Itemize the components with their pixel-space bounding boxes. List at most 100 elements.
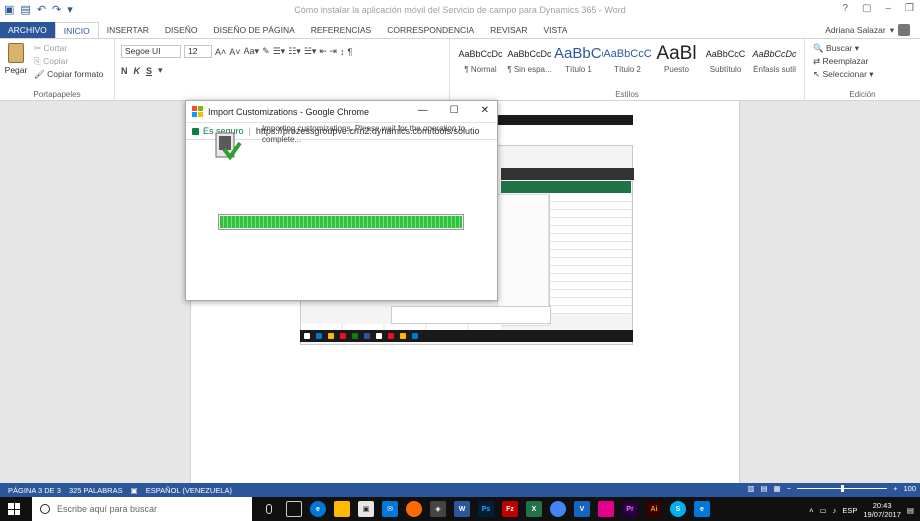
word-count[interactable]: 325 PALABRAS xyxy=(69,486,123,495)
progress-fill xyxy=(220,216,462,228)
vertical-scrollbar[interactable] xyxy=(908,101,920,483)
embedded-sheet-rows xyxy=(549,194,631,314)
pilcrow-icon[interactable]: ¶ xyxy=(347,47,352,57)
replace-button[interactable]: ⇄ Reemplazar xyxy=(813,55,874,68)
ie-icon[interactable]: e xyxy=(694,501,710,517)
font-name-box[interactable]: Segoe UI xyxy=(121,45,181,58)
popup-maximize-icon[interactable]: ☐ xyxy=(450,105,459,116)
find-label: Buscar xyxy=(825,43,853,53)
style-titulo-1[interactable]: AaBbCc Título 1 xyxy=(554,43,603,74)
user-account[interactable]: Adriana Salazar ▾ xyxy=(825,24,910,36)
tab-revisar[interactable]: REVISAR xyxy=(482,22,535,38)
italic-icon[interactable]: K xyxy=(134,66,141,76)
shrink-font-icon[interactable]: A˅ xyxy=(229,47,240,57)
proofing-icon[interactable]: ▣ xyxy=(131,486,138,495)
style-enfasis-sutil[interactable]: AaBbCcDc Énfasis sutil xyxy=(750,43,799,74)
filezilla-icon[interactable]: Fz xyxy=(502,501,518,517)
copy-button[interactable]: ⎘ Copiar xyxy=(34,55,103,68)
page-count[interactable]: PÁGINA 3 DE 3 xyxy=(8,486,61,495)
taskbar-search[interactable]: Escribe aquí para buscar xyxy=(32,497,252,521)
skype-icon[interactable]: S xyxy=(670,501,686,517)
paste-button[interactable]: Pegar xyxy=(4,43,28,75)
popup-minimize-icon[interactable]: — xyxy=(418,105,428,116)
popup-close-icon[interactable]: ✕ xyxy=(481,105,489,116)
mail-icon[interactable]: ✉ xyxy=(382,501,398,517)
cut-button[interactable]: ✂ Cortar xyxy=(34,42,103,55)
file-explorer-icon[interactable] xyxy=(334,501,350,517)
zoom-in-icon[interactable]: + xyxy=(893,484,897,493)
sort-icon[interactable]: ↕ xyxy=(340,47,345,57)
ribbon-display-icon[interactable]: ▢ xyxy=(862,3,871,14)
cortana-icon xyxy=(40,504,50,514)
style-name: Título 1 xyxy=(565,65,592,74)
multilevel-icon[interactable]: ☱▾ xyxy=(304,46,317,57)
tab-archivo[interactable]: ARCHIVO xyxy=(0,22,55,38)
styles-group-label: Estilos xyxy=(615,90,639,99)
tray-expand-icon[interactable]: ˄ xyxy=(809,506,813,515)
select-button[interactable]: ↖ Seleccionar ▾ xyxy=(813,68,874,81)
minimize-icon[interactable]: – xyxy=(885,3,891,14)
zoom-level[interactable]: 100 xyxy=(903,484,916,493)
premiere-icon[interactable]: Pr xyxy=(622,501,638,517)
read-mode-icon[interactable]: ▥ xyxy=(747,484,754,493)
input-language[interactable]: ESP xyxy=(842,506,857,515)
windows-start-icon[interactable] xyxy=(8,503,20,515)
bold-icon[interactable]: N xyxy=(121,66,128,76)
style-subtitulo[interactable]: AaBbCcC Subtítulo xyxy=(701,43,750,74)
tab-correspondencia[interactable]: CORRESPONDENCIA xyxy=(379,22,482,38)
store-icon[interactable]: ▣ xyxy=(358,501,374,517)
web-layout-icon[interactable]: ▦ xyxy=(774,484,781,493)
tab-diseno-pagina[interactable]: DISEÑO DE PÁGINA xyxy=(206,22,303,38)
find-button[interactable]: 🔍 Buscar ▾ xyxy=(813,42,874,55)
bullets-icon[interactable]: ☰▾ xyxy=(273,46,286,57)
photoshop-icon[interactable]: Ps xyxy=(478,501,494,517)
microphone-icon[interactable] xyxy=(266,504,272,514)
title-bar: ▣ ▤ ↶ ↷ ▾ Cómo instalar la aplicación mó… xyxy=(0,0,920,22)
style-name: ¶ Normal xyxy=(464,65,497,74)
indent-icon[interactable]: ⇤ ⇥ xyxy=(319,46,337,57)
clock[interactable]: 20:43 19/07/2017 xyxy=(863,501,901,519)
notifications-icon[interactable]: ▤ xyxy=(907,506,914,515)
strike-icon[interactable]: ▾ xyxy=(158,65,163,76)
style-sample: AaBbCcDc xyxy=(752,49,797,59)
network-icon[interactable]: ▭ xyxy=(820,506,827,515)
numbering-icon[interactable]: ☷▾ xyxy=(288,46,301,57)
illustrator-icon[interactable]: Ai xyxy=(646,501,662,517)
word-taskbar-icon[interactable]: W xyxy=(454,501,470,517)
app-icon[interactable]: ◈ xyxy=(430,501,446,517)
style-puesto[interactable]: AaBl Puesto xyxy=(652,43,701,74)
font-size-box[interactable]: 12 xyxy=(184,45,212,58)
style-sample: AaBbCcC xyxy=(603,48,652,60)
volume-icon[interactable]: ♪ xyxy=(833,506,837,515)
tab-insertar[interactable]: INSERTAR xyxy=(99,22,157,38)
style-name: Título 2 xyxy=(614,65,641,74)
zoom-out-icon[interactable]: − xyxy=(787,484,791,493)
excel-icon[interactable]: X xyxy=(526,501,542,517)
print-layout-icon[interactable]: ▤ xyxy=(761,484,768,493)
clear-format-icon[interactable]: ✎ xyxy=(262,46,270,57)
zoom-thumb[interactable] xyxy=(841,485,845,492)
tab-referencias[interactable]: REFERENCIAS xyxy=(303,22,379,38)
edge-icon[interactable]: e xyxy=(310,501,326,517)
change-case-icon[interactable]: Aa▾ xyxy=(244,46,260,57)
style-normal[interactable]: AaBbCcDc ¶ Normal xyxy=(456,43,505,74)
vs-icon[interactable]: V xyxy=(574,501,590,517)
firefox-icon[interactable] xyxy=(406,501,422,517)
maximize-icon[interactable]: ❐ xyxy=(905,3,914,14)
tab-vista[interactable]: VISTA xyxy=(535,22,575,38)
tab-diseno[interactable]: DISEÑO xyxy=(157,22,206,38)
task-view-icon[interactable] xyxy=(286,501,302,517)
tab-inicio[interactable]: INICIO xyxy=(54,22,99,38)
app-pink-icon[interactable] xyxy=(598,501,614,517)
help-icon[interactable]: ? xyxy=(842,3,848,14)
grow-font-icon[interactable]: A˄ xyxy=(215,47,226,57)
style-sin-espacio[interactable]: AaBbCcDc ¶ Sin espa... xyxy=(505,43,554,74)
format-painter-button[interactable]: 🖌 Copiar formato xyxy=(34,68,103,81)
replace-label: Reemplazar xyxy=(822,56,869,66)
style-titulo-2[interactable]: AaBbCcC Título 2 xyxy=(603,43,652,74)
language[interactable]: ESPAÑOL (VENEZUELA) xyxy=(146,486,232,495)
zoom-slider[interactable] xyxy=(797,485,888,492)
underline-icon[interactable]: S xyxy=(146,66,152,76)
windows-taskbar: Escribe aquí para buscar e ▣ ✉ ◈ W Ps Fz… xyxy=(0,497,920,521)
chrome-icon[interactable] xyxy=(550,501,566,517)
